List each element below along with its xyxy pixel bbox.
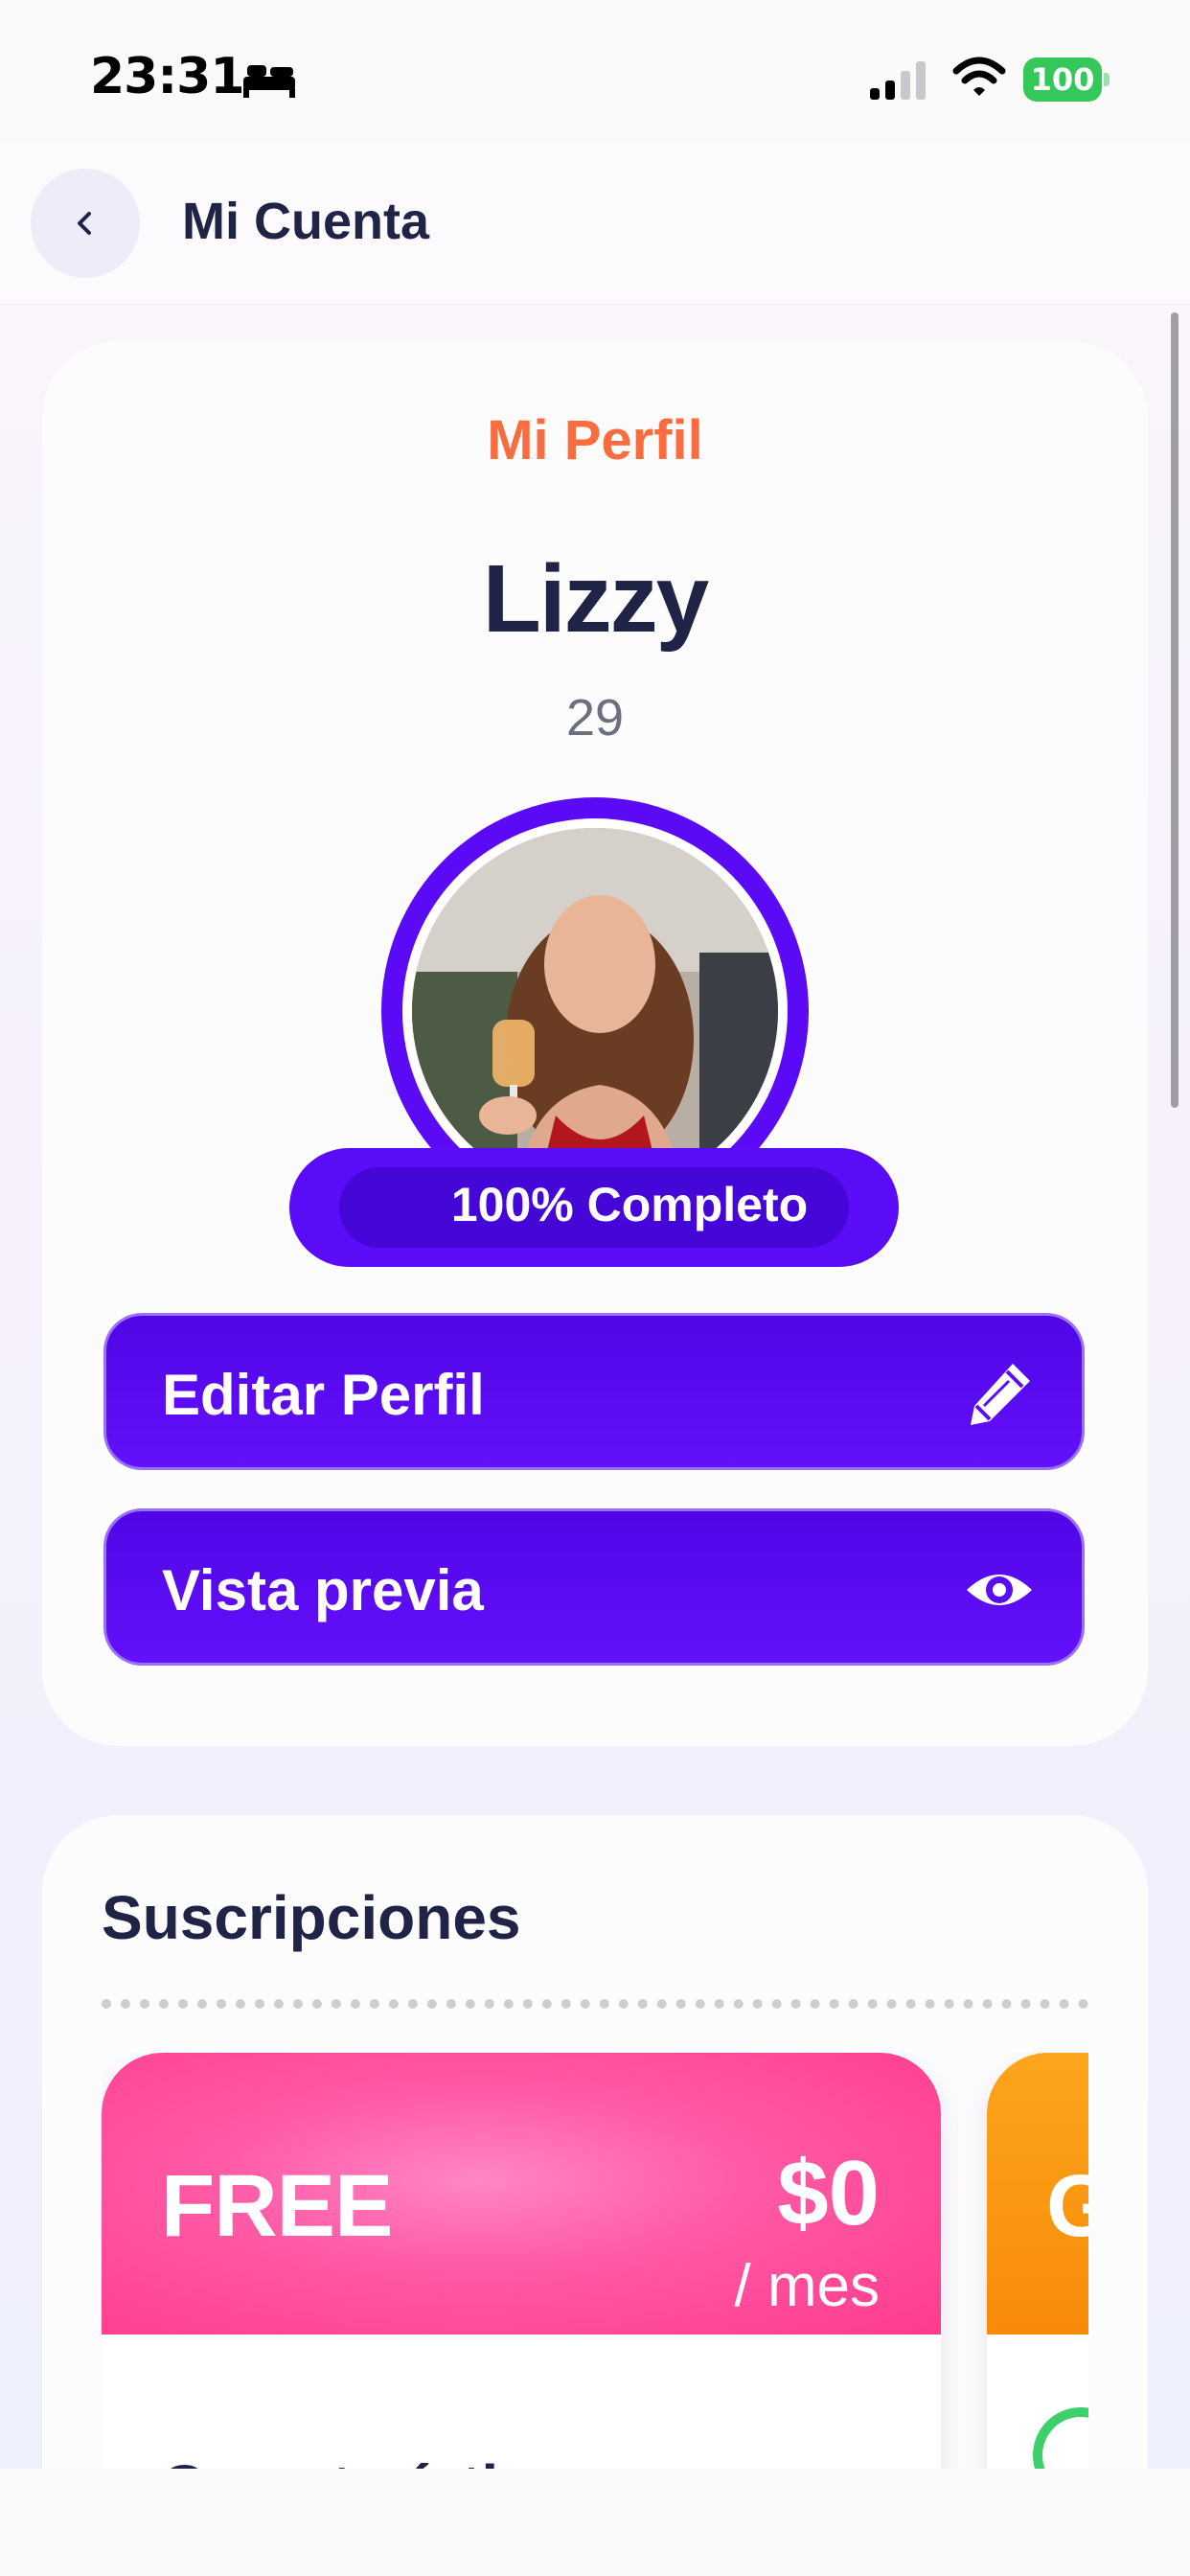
plan-period: / mes (734, 2253, 880, 2319)
plan-header: FREE $0 / mes (102, 2053, 941, 2334)
battery-icon: 100 (1023, 58, 1110, 102)
plan-price: $0 (777, 2142, 880, 2244)
status-bar: 23:31 100 (0, 0, 1190, 144)
page-title: Mi Cuenta (182, 193, 430, 250)
signal-icon (870, 61, 926, 100)
subscriptions-divider (102, 1999, 1088, 2009)
subscriptions-title: Suscripciones (102, 1883, 521, 1952)
pencil-icon (971, 1364, 1030, 1425)
plan-header: G (987, 2053, 1088, 2334)
completion-label: 100% Completo (450, 1178, 809, 1231)
profile-photo-image (412, 828, 778, 1194)
preview-profile-button[interactable]: Vista previa (103, 1508, 1085, 1666)
chevron-left-icon (78, 212, 91, 235)
back-button[interactable] (31, 169, 140, 278)
plan-name: G (1046, 2157, 1088, 2255)
edit-profile-label: Editar Perfil (162, 1363, 485, 1427)
profile-heading: Mi Perfil (487, 409, 703, 472)
battery-level: 100 (1023, 58, 1102, 102)
profile-name: Lizzy (482, 545, 709, 653)
profile-age: 29 (565, 689, 625, 747)
edit-profile-button[interactable]: Editar Perfil (103, 1313, 1085, 1470)
bed-icon (243, 65, 295, 98)
bottom-bar (0, 2469, 1190, 2576)
plan-name: FREE (161, 2157, 393, 2255)
completion-pill: 100% Completo (289, 1148, 899, 1267)
nav-header: Mi Cuenta (0, 144, 1190, 305)
profile-card: Mi Perfil Lizzy 29 100% Completo Editar … (42, 341, 1148, 1746)
avatar-photo (412, 828, 778, 1194)
status-time: 23:31 (90, 48, 245, 105)
wifi-icon (952, 57, 1006, 96)
eye-icon (967, 1575, 1032, 1605)
avatar[interactable] (402, 818, 788, 1204)
preview-label: Vista previa (162, 1558, 484, 1622)
scroll-indicator[interactable] (1171, 312, 1179, 1108)
subscriptions-card: Suscripciones FREE $0 / mes Característi… (42, 1815, 1148, 2543)
